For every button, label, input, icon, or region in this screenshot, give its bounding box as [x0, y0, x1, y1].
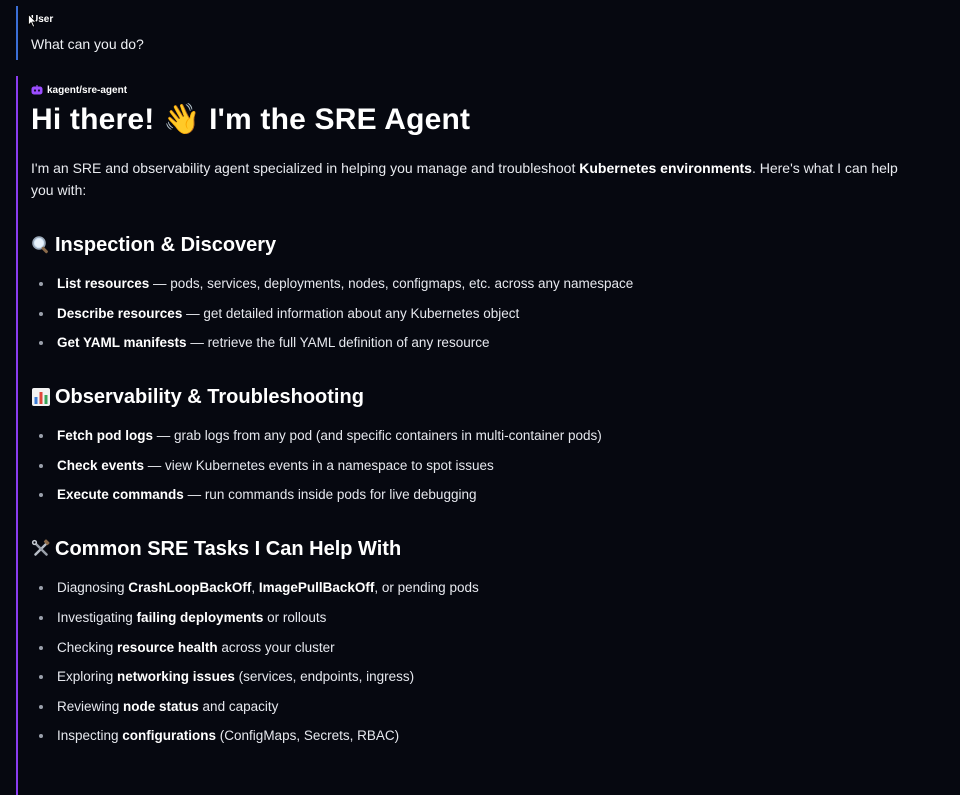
item-text: — pods, services, deployments, nodes, co… [149, 276, 634, 291]
list-item: List resources — pods, services, deploym… [31, 274, 906, 294]
section-title: Observability & Troubleshooting [55, 386, 364, 409]
bullet [39, 615, 43, 620]
item-bold: networking issues [117, 669, 235, 685]
item-bold: CrashLoopBackOff [128, 580, 252, 596]
bullet [39, 311, 43, 316]
section-heading: Observability & Troubleshooting [31, 383, 906, 411]
item-bold: ImagePullBackOff [258, 580, 375, 596]
section-heading: Common SRE Tasks I Can Help With [31, 535, 906, 563]
item-text: , or pending pods [374, 580, 479, 596]
section-title: Inspection & Discovery [55, 234, 277, 256]
intro-paragraph: I'm an SRE and observability agent speci… [31, 157, 906, 201]
magnifier-icon [32, 236, 48, 254]
item-text: Checking [57, 639, 118, 655]
list-item: Diagnosing CrashLoopBackOff, ImagePullBa… [31, 578, 906, 598]
agent-message: kagent/sre-agent Hi there! 👋 I'm the SRE… [16, 76, 946, 795]
item-text: — view Kubernetes events in a namespace … [144, 457, 494, 473]
user-message: User What can you do? [16, 6, 946, 60]
list-item: Execute commands — run commands inside p… [31, 485, 906, 505]
item-bold: failing deployments [136, 609, 264, 625]
item-bold: List resources [57, 276, 150, 291]
section-title: Common SRE Tasks I Can Help With [55, 538, 402, 561]
list-item: Get YAML manifests — retrieve the full Y… [31, 333, 906, 353]
capability-list: Fetch pod logs — grab logs from any pod … [31, 426, 906, 505]
bar-chart-icon [32, 388, 50, 407]
bullet [39, 704, 43, 709]
intro-highlight: Kubernetes environments [579, 160, 752, 176]
item-text: — get detailed information about any Kub… [182, 305, 520, 321]
item-text: — grab logs from any pod (and specific c… [153, 428, 602, 444]
item-text: , [251, 580, 259, 596]
item-bold: Describe resources [57, 305, 183, 321]
bullet [39, 463, 43, 468]
capability-list: List resources — pods, services, deploym… [31, 274, 906, 353]
item-bold: configurations [122, 728, 217, 744]
item-text: — retrieve the full YAML definition of a… [186, 335, 490, 351]
agent-name: kagent/sre-agent [47, 84, 128, 96]
item-text: Diagnosing [57, 580, 129, 596]
bullet [39, 586, 43, 591]
item-text: Exploring [57, 669, 118, 685]
item-bold: Check events [57, 457, 145, 473]
intro-text: I'm an SRE and observability agent speci… [31, 160, 580, 176]
item-text: (ConfigMaps, Secrets, RBAC) [216, 728, 400, 744]
list-item: Investigating failing deployments or rol… [31, 608, 906, 628]
item-bold: resource health [117, 639, 218, 655]
chat-view: User What can you do? kagent/sre-agent H… [0, 0, 960, 795]
item-bold: Fetch pod logs [57, 428, 153, 444]
section-heading: Inspection & Discovery [31, 231, 906, 259]
bullet [39, 282, 43, 286]
user-label: User [31, 14, 54, 25]
tools-icon [31, 539, 50, 557]
item-text: Investigating [57, 609, 137, 625]
list-item: Inspecting configurations (ConfigMaps, S… [31, 726, 906, 746]
item-text: or rollouts [263, 609, 327, 625]
item-bold: node status [123, 698, 199, 714]
list-item: Check events — view Kubernetes events in… [31, 456, 906, 476]
item-text: — run commands inside pods for live debu… [183, 487, 477, 503]
bullet [39, 675, 43, 680]
mouse-cursor-icon [28, 14, 37, 28]
list-item: Checking resource health across your clu… [31, 638, 906, 658]
item-text: across your cluster [217, 639, 335, 655]
bot-icon [31, 85, 43, 95]
page-title: Hi there! 👋 I'm the SRE Agent [31, 103, 471, 136]
item-text: Inspecting [57, 728, 123, 744]
item-text: (services, endpoints, ingress) [234, 669, 415, 685]
task-list: Diagnosing CrashLoopBackOff, ImagePullBa… [31, 578, 906, 746]
item-text: Reviewing [57, 698, 124, 714]
agent-header: kagent/sre-agent [31, 83, 906, 97]
list-item: Describe resources — get detailed inform… [31, 304, 906, 324]
bullet [39, 493, 43, 498]
item-bold: Get YAML manifests [57, 335, 187, 351]
list-item: Fetch pod logs — grab logs from any pod … [31, 426, 906, 446]
user-message-text: What can you do? [31, 36, 144, 52]
bullet [39, 341, 43, 346]
item-bold: Execute commands [57, 487, 184, 503]
list-item: Exploring networking issues (services, e… [31, 667, 906, 687]
bullet [39, 734, 43, 739]
item-text: and capacity [198, 698, 279, 714]
bullet [39, 645, 43, 650]
bullet [39, 434, 43, 439]
list-item: Reviewing node status and capacity [31, 697, 906, 717]
